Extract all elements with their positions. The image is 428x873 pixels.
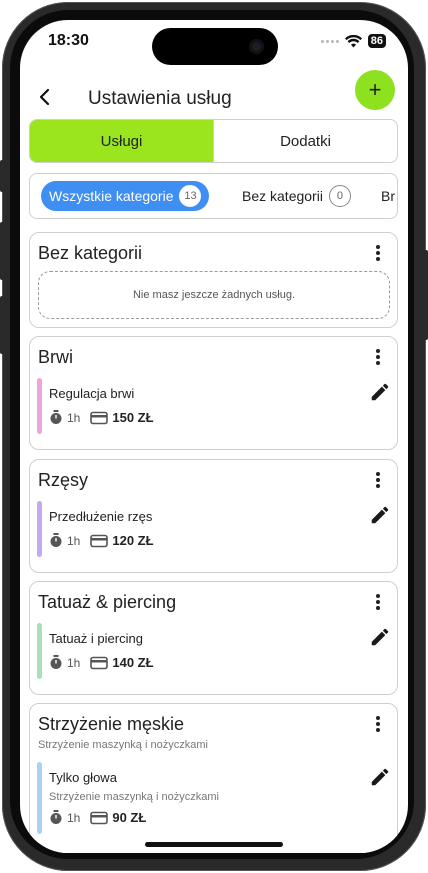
filter-chip-count: 0 xyxy=(328,185,351,207)
service-duration: 1h xyxy=(67,533,81,548)
filter-chip-label: Bez kategorii xyxy=(242,188,323,204)
tab-dodatki[interactable]: Dodatki xyxy=(213,120,397,162)
more-vert-icon[interactable] xyxy=(371,470,385,490)
service-price: 90 ZŁ xyxy=(112,810,147,825)
battery-indicator: 86 xyxy=(367,34,386,48)
service-name: Regulacja brwi xyxy=(49,386,135,401)
tab-uslugi[interactable]: Usługi xyxy=(30,120,213,162)
category-title: Strzyżenie męskie xyxy=(38,714,185,734)
wallet-icon xyxy=(90,811,109,824)
timer-icon xyxy=(50,810,62,824)
service-description: Strzyżenie maszynką i nożyczkami xyxy=(49,791,219,803)
pencil-icon xyxy=(371,383,389,401)
category-title: Tatuaż & piercing xyxy=(38,592,177,612)
plus-icon: + xyxy=(368,77,382,102)
service-item[interactable]: Tylko głowa Strzyżenie maszynką i nożycz… xyxy=(37,762,391,834)
more-vert-icon[interactable] xyxy=(371,243,385,263)
more-vert-icon[interactable] xyxy=(371,714,385,734)
wallet-icon xyxy=(90,656,109,669)
filter-chip-brwi[interactable]: Br xyxy=(373,181,397,211)
service-meta: 1h 150 ZŁ xyxy=(49,410,154,425)
camera-icon xyxy=(249,39,264,54)
app-screen: 18:30 86 Ustawienia usług + Usługi Dodat… xyxy=(20,20,408,853)
page-title: Ustawienia usług xyxy=(88,88,232,109)
category-card-rzesy: Rzęsy Przedłużenie rzęs 1h 120 ZŁ xyxy=(29,459,398,573)
category-title: Rzęsy xyxy=(38,470,89,490)
app-header: Ustawienia usług + xyxy=(20,70,408,126)
service-name: Tylko głowa xyxy=(49,770,117,785)
edit-service-button[interactable] xyxy=(369,626,391,648)
status-indicators: 86 xyxy=(320,34,386,48)
service-name: Przedłużenie rzęs xyxy=(49,509,153,524)
wallet-icon xyxy=(90,534,109,547)
category-card-tattoo-piercing: Tatuaż & piercing Tatuaż i piercing 1h 1… xyxy=(29,581,398,695)
service-item[interactable]: Przedłużenie rzęs 1h 120 ZŁ xyxy=(37,501,391,557)
status-time: 18:30 xyxy=(48,32,89,49)
service-color-bar xyxy=(37,762,42,834)
filter-chip-label: Wszystkie kategorie xyxy=(49,188,174,204)
service-duration: 1h xyxy=(67,655,81,670)
service-item[interactable]: Regulacja brwi 1h 150 ZŁ xyxy=(37,378,391,434)
back-button[interactable] xyxy=(34,82,58,112)
service-meta: 1h 120 ZŁ xyxy=(49,533,154,548)
edit-service-button[interactable] xyxy=(369,381,391,403)
category-title: Brwi xyxy=(38,347,73,367)
home-indicator[interactable] xyxy=(145,842,283,847)
wifi-icon xyxy=(344,34,362,47)
category-filter-bar: Wszystkie kategorie 13 Bez kategorii 0 B… xyxy=(29,173,398,219)
timer-icon xyxy=(50,410,62,424)
side-button-volume-up xyxy=(0,222,4,280)
filter-chip-no-category[interactable]: Bez kategorii 0 xyxy=(234,181,359,211)
category-card-brwi: Brwi Regulacja brwi 1h 150 ZŁ xyxy=(29,336,398,450)
service-meta: 1h 140 ZŁ xyxy=(49,655,154,670)
service-color-bar xyxy=(37,623,42,679)
category-card-mens-haircut: Strzyżenie męskie Strzyżenie maszynką i … xyxy=(29,703,398,853)
edit-service-button[interactable] xyxy=(369,504,391,526)
empty-services-placeholder: Nie masz jeszcze żadnych usług. xyxy=(38,271,390,319)
category-card-no-category: Bez kategorii Nie masz jeszcze żadnych u… xyxy=(29,232,398,328)
service-meta: 1h 90 ZŁ xyxy=(49,810,146,825)
pencil-icon xyxy=(371,506,389,524)
wallet-icon xyxy=(90,411,109,424)
filter-chip-label: Br xyxy=(381,188,395,204)
timer-icon xyxy=(50,533,62,547)
service-duration: 1h xyxy=(67,810,81,825)
service-color-bar xyxy=(37,378,42,434)
dynamic-island xyxy=(152,28,278,65)
service-price: 140 ZŁ xyxy=(112,655,154,670)
filter-chip-all[interactable]: Wszystkie kategorie 13 xyxy=(41,181,210,211)
service-duration: 1h xyxy=(67,410,81,425)
pencil-icon xyxy=(371,768,389,786)
edit-service-button[interactable] xyxy=(369,766,391,788)
service-tabs: Usługi Dodatki xyxy=(29,119,398,163)
timer-icon xyxy=(50,655,62,669)
pencil-icon xyxy=(371,628,389,646)
side-button-volume-down xyxy=(0,296,4,354)
side-button-power xyxy=(424,250,428,340)
service-color-bar xyxy=(37,501,42,557)
more-vert-icon[interactable] xyxy=(371,347,385,367)
service-price: 120 ZŁ xyxy=(112,533,154,548)
service-name: Tatuaż i piercing xyxy=(49,631,143,646)
service-item[interactable]: Tatuaż i piercing 1h 140 ZŁ xyxy=(37,623,391,679)
filter-chip-count: 13 xyxy=(179,185,202,207)
signal-icon xyxy=(320,39,339,43)
category-subtitle: Strzyżenie maszynką i nożyczkami xyxy=(38,739,208,751)
chevron-left-icon xyxy=(39,88,50,106)
service-price: 150 ZŁ xyxy=(112,410,154,425)
more-vert-icon[interactable] xyxy=(371,592,385,612)
category-title: Bez kategorii xyxy=(38,243,143,263)
side-button-action xyxy=(0,160,4,192)
add-service-button[interactable]: + xyxy=(355,70,395,110)
